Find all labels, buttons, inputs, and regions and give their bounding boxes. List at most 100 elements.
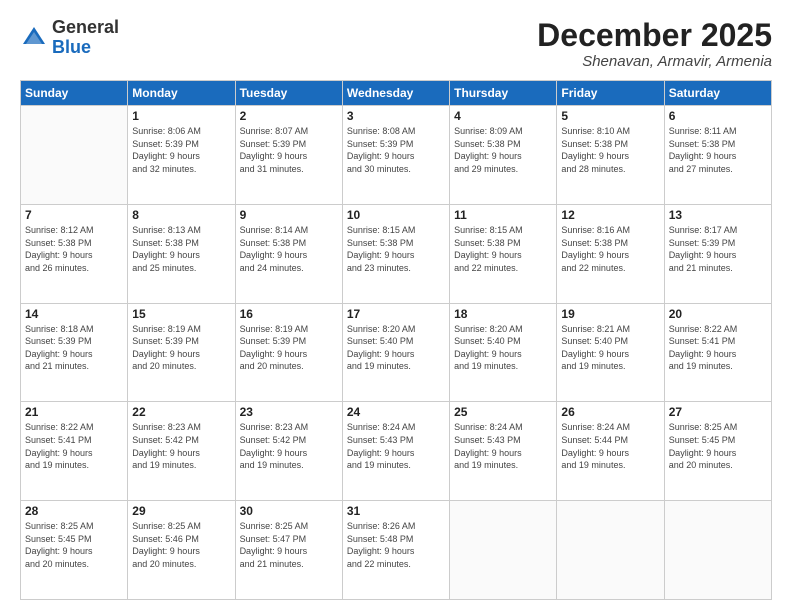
day-info: Sunrise: 8:19 AM Sunset: 5:39 PM Dayligh…: [240, 323, 338, 373]
col-friday: Friday: [557, 81, 664, 106]
table-row: 1 Sunrise: 8:06 AM Sunset: 5:39 PM Daylig…: [128, 106, 235, 205]
day-number: 7: [25, 208, 123, 222]
table-row: 12 Sunrise: 8:16 AM Sunset: 5:38 PM Dayli…: [557, 204, 664, 303]
table-row: 19 Sunrise: 8:21 AM Sunset: 5:40 PM Dayli…: [557, 303, 664, 402]
day-info: Sunrise: 8:22 AM Sunset: 5:41 PM Dayligh…: [25, 421, 123, 471]
table-row: 13 Sunrise: 8:17 AM Sunset: 5:39 PM Dayli…: [664, 204, 771, 303]
day-number: 31: [347, 504, 445, 518]
day-info: Sunrise: 8:12 AM Sunset: 5:38 PM Dayligh…: [25, 224, 123, 274]
day-number: 14: [25, 307, 123, 321]
day-info: Sunrise: 8:22 AM Sunset: 5:41 PM Dayligh…: [669, 323, 767, 373]
day-info: Sunrise: 8:23 AM Sunset: 5:42 PM Dayligh…: [132, 421, 230, 471]
col-thursday: Thursday: [450, 81, 557, 106]
day-number: 9: [240, 208, 338, 222]
day-info: Sunrise: 8:25 AM Sunset: 5:45 PM Dayligh…: [669, 421, 767, 471]
day-info: Sunrise: 8:17 AM Sunset: 5:39 PM Dayligh…: [669, 224, 767, 274]
table-row: 22 Sunrise: 8:23 AM Sunset: 5:42 PM Dayli…: [128, 402, 235, 501]
table-row: 11Sunrise: 8:15 AM Sunset: 5:38 PM Dayli…: [450, 204, 557, 303]
page: General Blue December 2025 Shenavan, Arm…: [0, 0, 792, 612]
logo-icon: [20, 24, 48, 52]
day-number: 20: [669, 307, 767, 321]
table-row: 10 Sunrise: 8:15 AM Sunset: 5:38 PM Dayli…: [342, 204, 449, 303]
col-tuesday: Tuesday: [235, 81, 342, 106]
day-number: 30: [240, 504, 338, 518]
day-number: 25: [454, 405, 552, 419]
table-row: 29 Sunrise: 8:25 AM Sunset: 5:46 PM Dayli…: [128, 501, 235, 600]
day-info: Sunrise: 8:09 AM Sunset: 5:38 PM Dayligh…: [454, 125, 552, 175]
col-saturday: Saturday: [664, 81, 771, 106]
day-number: 5: [561, 109, 659, 123]
table-row: 26 Sunrise: 8:24 AM Sunset: 5:44 PM Dayli…: [557, 402, 664, 501]
logo-general-text: General: [52, 17, 119, 37]
table-row: [557, 501, 664, 600]
header: General Blue December 2025 Shenavan, Arm…: [20, 18, 772, 70]
day-info: Sunrise: 8:26 AM Sunset: 5:48 PM Dayligh…: [347, 520, 445, 570]
day-info: Sunrise: 8:07 AM Sunset: 5:39 PM Dayligh…: [240, 125, 338, 175]
table-row: 20 Sunrise: 8:22 AM Sunset: 5:41 PM Dayli…: [664, 303, 771, 402]
table-row: 9Sunrise: 8:14 AM Sunset: 5:38 PM Daylig…: [235, 204, 342, 303]
day-number: 1: [132, 109, 230, 123]
day-info: Sunrise: 8:06 AM Sunset: 5:39 PM Dayligh…: [132, 125, 230, 175]
month-title: December 2025: [537, 18, 772, 53]
day-number: 28: [25, 504, 123, 518]
day-info: Sunrise: 8:24 AM Sunset: 5:43 PM Dayligh…: [454, 421, 552, 471]
table-row: 5 Sunrise: 8:10 AM Sunset: 5:38 PM Daylig…: [557, 106, 664, 205]
day-info: Sunrise: 8:25 AM Sunset: 5:45 PM Dayligh…: [25, 520, 123, 570]
day-number: 3: [347, 109, 445, 123]
table-row: 16Sunrise: 8:19 AM Sunset: 5:39 PM Dayli…: [235, 303, 342, 402]
day-number: 21: [25, 405, 123, 419]
table-row: 31 Sunrise: 8:26 AM Sunset: 5:48 PM Dayli…: [342, 501, 449, 600]
day-number: 23: [240, 405, 338, 419]
day-number: 15: [132, 307, 230, 321]
day-info: Sunrise: 8:10 AM Sunset: 5:38 PM Dayligh…: [561, 125, 659, 175]
calendar-week-row: 28 Sunrise: 8:25 AM Sunset: 5:45 PM Dayli…: [21, 501, 772, 600]
day-number: 18: [454, 307, 552, 321]
day-info: Sunrise: 8:25 AM Sunset: 5:46 PM Dayligh…: [132, 520, 230, 570]
calendar-week-row: 7 Sunrise: 8:12 AM Sunset: 5:38 PM Daylig…: [21, 204, 772, 303]
table-row: 23Sunrise: 8:23 AM Sunset: 5:42 PM Dayli…: [235, 402, 342, 501]
day-number: 2: [240, 109, 338, 123]
col-monday: Monday: [128, 81, 235, 106]
col-wednesday: Wednesday: [342, 81, 449, 106]
day-info: Sunrise: 8:24 AM Sunset: 5:43 PM Dayligh…: [347, 421, 445, 471]
day-number: 11: [454, 208, 552, 222]
table-row: [664, 501, 771, 600]
logo: General Blue: [20, 18, 119, 58]
day-number: 12: [561, 208, 659, 222]
table-row: 17 Sunrise: 8:20 AM Sunset: 5:40 PM Dayli…: [342, 303, 449, 402]
table-row: [21, 106, 128, 205]
calendar-table: Sunday Monday Tuesday Wednesday Thursday…: [20, 80, 772, 600]
table-row: 21 Sunrise: 8:22 AM Sunset: 5:41 PM Dayli…: [21, 402, 128, 501]
day-number: 24: [347, 405, 445, 419]
table-row: 8Sunrise: 8:13 AM Sunset: 5:38 PM Daylig…: [128, 204, 235, 303]
table-row: [450, 501, 557, 600]
day-number: 10: [347, 208, 445, 222]
day-number: 6: [669, 109, 767, 123]
table-row: 15Sunrise: 8:19 AM Sunset: 5:39 PM Dayli…: [128, 303, 235, 402]
day-info: Sunrise: 8:20 AM Sunset: 5:40 PM Dayligh…: [347, 323, 445, 373]
day-number: 27: [669, 405, 767, 419]
table-row: 24 Sunrise: 8:24 AM Sunset: 5:43 PM Dayli…: [342, 402, 449, 501]
title-block: December 2025 Shenavan, Armavir, Armenia: [537, 18, 772, 70]
day-number: 26: [561, 405, 659, 419]
day-info: Sunrise: 8:21 AM Sunset: 5:40 PM Dayligh…: [561, 323, 659, 373]
day-number: 19: [561, 307, 659, 321]
day-info: Sunrise: 8:24 AM Sunset: 5:44 PM Dayligh…: [561, 421, 659, 471]
day-info: Sunrise: 8:16 AM Sunset: 5:38 PM Dayligh…: [561, 224, 659, 274]
logo-text: General Blue: [52, 18, 119, 58]
table-row: 2 Sunrise: 8:07 AM Sunset: 5:39 PM Daylig…: [235, 106, 342, 205]
table-row: 14Sunrise: 8:18 AM Sunset: 5:39 PM Dayli…: [21, 303, 128, 402]
day-number: 22: [132, 405, 230, 419]
table-row: 30 Sunrise: 8:25 AM Sunset: 5:47 PM Dayli…: [235, 501, 342, 600]
day-number: 17: [347, 307, 445, 321]
day-number: 13: [669, 208, 767, 222]
day-number: 29: [132, 504, 230, 518]
day-info: Sunrise: 8:25 AM Sunset: 5:47 PM Dayligh…: [240, 520, 338, 570]
table-row: 7 Sunrise: 8:12 AM Sunset: 5:38 PM Daylig…: [21, 204, 128, 303]
calendar-week-row: 1 Sunrise: 8:06 AM Sunset: 5:39 PM Daylig…: [21, 106, 772, 205]
table-row: 25 Sunrise: 8:24 AM Sunset: 5:43 PM Dayli…: [450, 402, 557, 501]
calendar-week-row: 21 Sunrise: 8:22 AM Sunset: 5:41 PM Dayli…: [21, 402, 772, 501]
day-info: Sunrise: 8:15 AM Sunset: 5:38 PM Dayligh…: [347, 224, 445, 274]
logo-blue-text: Blue: [52, 37, 91, 57]
table-row: 4Sunrise: 8:09 AM Sunset: 5:38 PM Daylig…: [450, 106, 557, 205]
